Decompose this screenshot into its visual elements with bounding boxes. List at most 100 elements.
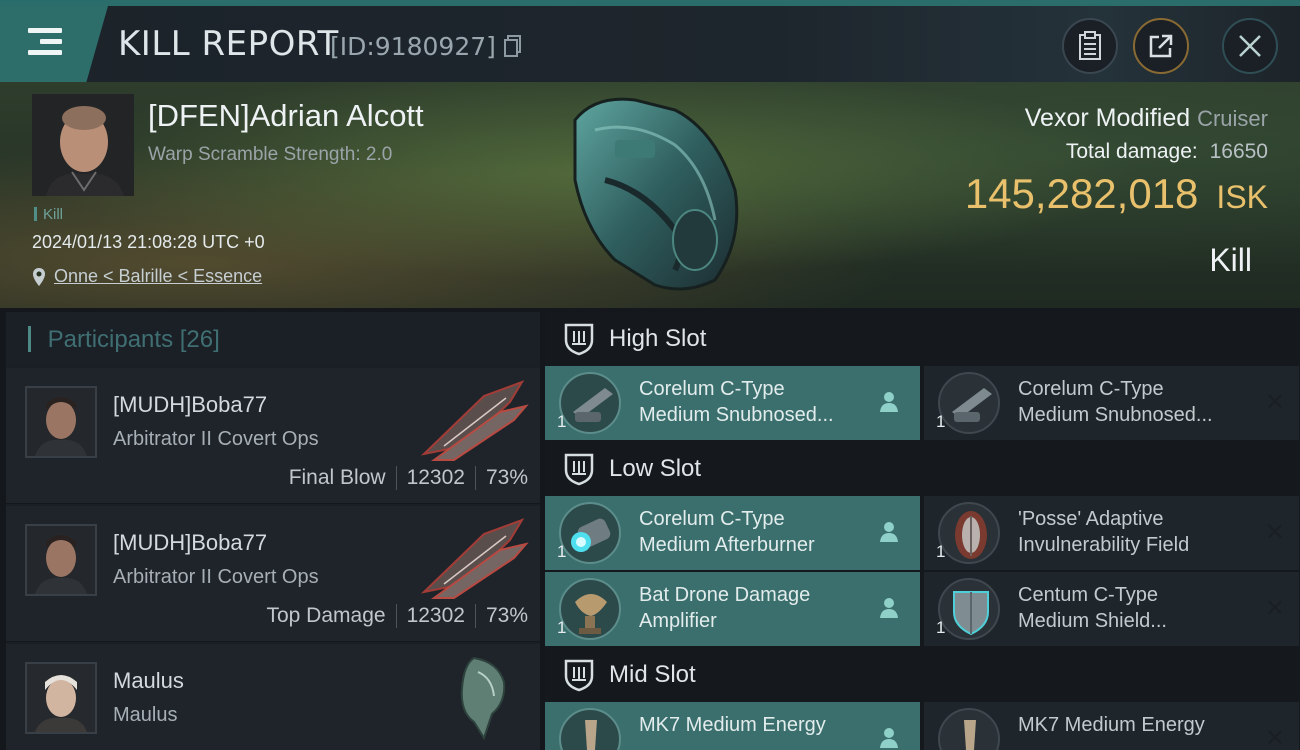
module-name-line2: Medium Shield...	[1018, 610, 1167, 632]
pilot-icon[interactable]	[878, 596, 900, 620]
module-item[interactable]: 1 'Posse' Adaptive Invulnerability Field…	[924, 496, 1299, 570]
avatar-image	[27, 388, 95, 456]
shield-icon	[564, 659, 594, 692]
victim-panel: [DFEN]Adrian Alcott Warp Scramble Streng…	[0, 82, 1300, 308]
pilot-icon[interactable]	[878, 520, 900, 544]
high-slot-header: High Slot	[545, 312, 1300, 366]
participant-row[interactable]: [MUDH]Boba77 Arbitrator II Covert Ops To…	[6, 506, 540, 642]
ship-name: Vexor Modified	[1024, 104, 1191, 132]
total-damage: Total damage: 16650	[1066, 140, 1268, 164]
kill-datetime: 2024/01/13 21:08:28 UTC +0	[32, 232, 265, 252]
module-image	[571, 518, 611, 552]
victim-name[interactable]: [DFEN]Adrian Alcott	[148, 98, 424, 134]
participant-stats: Final Blow 12302 73%	[289, 466, 528, 490]
module-name-line1: MK7 Medium Energy	[639, 714, 826, 736]
module-item[interactable]: MK7 Medium Energy	[545, 702, 920, 750]
participant-ship-image	[420, 518, 529, 599]
participant-row[interactable]: [MUDH]Boba77 Arbitrator II Covert Ops Fi…	[6, 368, 540, 504]
module-item[interactable]: 1 Corelum C-Type Medium Snubnosed...	[545, 366, 920, 440]
shield-icon	[564, 453, 594, 486]
module-item[interactable]: 1 Corelum C-Type Medium Afterburner	[545, 496, 920, 570]
module-item[interactable]: 1 Bat Drone Damage Amplifier	[545, 572, 920, 646]
mid-slot-label: Mid Slot	[609, 661, 696, 688]
x-icon: ✕	[1264, 724, 1285, 750]
kill-tag: Kill	[34, 206, 63, 223]
participant-role: Top Damage	[266, 604, 386, 627]
share-button[interactable]	[1133, 18, 1189, 74]
participant-ship: Arbitrator II Covert Ops	[113, 428, 319, 450]
module-quantity: 1	[936, 412, 946, 431]
pilot-icon[interactable]	[878, 390, 900, 414]
module-name-line1: Corelum C-Type	[1018, 378, 1164, 400]
module-icon	[559, 502, 621, 564]
slot-row: 1 Corelum C-Type Medium Afterburner 1 'P…	[545, 496, 1300, 570]
participant-ship-image	[460, 656, 506, 741]
participant-damage: 12302	[406, 604, 465, 627]
slot-row: MK7 Medium Energy MK7 Medium Energy ✕	[545, 702, 1300, 750]
total-damage-label: Total damage:	[1065, 140, 1198, 163]
ship-class: Cruiser	[1197, 106, 1268, 131]
module-name-line1: Centum C-Type	[1018, 584, 1159, 606]
copy-icon[interactable]	[503, 35, 522, 57]
module-name-line1: 'Posse' Adaptive	[1018, 508, 1164, 530]
participants-header: Participants [26]	[6, 312, 540, 366]
module-name-line2: Amplifier	[639, 610, 717, 632]
module-item[interactable]: 1 Centum C-Type Medium Shield... ✕	[924, 572, 1299, 646]
participant-name[interactable]: [MUDH]Boba77	[113, 392, 267, 418]
module-name-line1: MK7 Medium Energy	[1018, 714, 1205, 736]
low-slot-header: Low Slot	[545, 442, 1300, 496]
high-slot-label: High Slot	[609, 325, 707, 352]
warp-scramble-strength: Warp Scramble Strength: 2.0	[148, 144, 393, 165]
page-title: KILL REPORT	[118, 24, 339, 64]
clipboard-button[interactable]	[1062, 18, 1118, 74]
module-name-line1: Corelum C-Type	[639, 508, 785, 530]
fitting-panel: High Slot 1 Corelum C-Type Medium Snubno…	[545, 312, 1300, 750]
module-quantity: 1	[557, 542, 567, 561]
module-icon	[559, 578, 621, 640]
victim-avatar[interactable]	[32, 94, 134, 196]
module-quantity: 1	[557, 618, 567, 637]
x-icon: ✕	[1264, 388, 1285, 416]
participant-row[interactable]: Maulus Maulus	[6, 644, 540, 750]
location-link[interactable]: Onne < Balrille < Essence	[54, 266, 262, 287]
participants-label: Participants	[47, 326, 174, 353]
avatar-image	[27, 664, 95, 732]
separator	[395, 466, 397, 490]
module-image	[952, 388, 992, 422]
report-id: [ID:9180927]	[330, 32, 522, 61]
module-item[interactable]: 1 Corelum C-Type Medium Snubnosed... ✕	[924, 366, 1299, 440]
isk-amount: 145,282,018	[964, 170, 1199, 217]
location-pin-icon	[33, 267, 45, 286]
menu-button[interactable]	[0, 6, 108, 82]
victim-ship[interactable]: Vexor Modified Cruiser	[1025, 104, 1268, 133]
menu-icon-bar	[40, 39, 62, 44]
pilot-icon[interactable]	[878, 726, 900, 750]
slot-row: 1 Corelum C-Type Medium Snubnosed... 1 C…	[545, 366, 1300, 440]
participant-ship: Arbitrator II Covert Ops	[113, 566, 319, 588]
close-button[interactable]	[1222, 18, 1278, 74]
participant-name[interactable]: [MUDH]Boba77	[113, 530, 267, 556]
close-icon	[1239, 35, 1261, 57]
avatar-image	[27, 526, 95, 594]
participant-ship-image	[420, 380, 529, 461]
module-quantity: 1	[936, 542, 946, 561]
share-icon	[1149, 34, 1173, 58]
kill-location[interactable]: Onne < Balrille < Essence	[32, 266, 262, 287]
module-icon	[938, 708, 1000, 750]
participant-damage: 12302	[406, 466, 465, 489]
module-name-line1: Corelum C-Type	[639, 378, 785, 400]
menu-icon-bar	[28, 50, 62, 55]
participant-stats: Top Damage 12302 73%	[266, 604, 528, 628]
menu-icon	[28, 28, 62, 33]
participant-avatar[interactable]	[25, 662, 97, 734]
module-icon	[559, 708, 621, 750]
participant-avatar[interactable]	[25, 386, 97, 458]
module-item[interactable]: MK7 Medium Energy ✕	[924, 702, 1299, 750]
module-image	[953, 591, 989, 636]
participant-avatar[interactable]	[25, 524, 97, 596]
participant-name[interactable]: Maulus	[113, 668, 184, 694]
participants-count: [26]	[179, 326, 220, 353]
module-icon	[938, 372, 1000, 434]
separator	[474, 604, 476, 628]
module-icon	[559, 372, 621, 434]
